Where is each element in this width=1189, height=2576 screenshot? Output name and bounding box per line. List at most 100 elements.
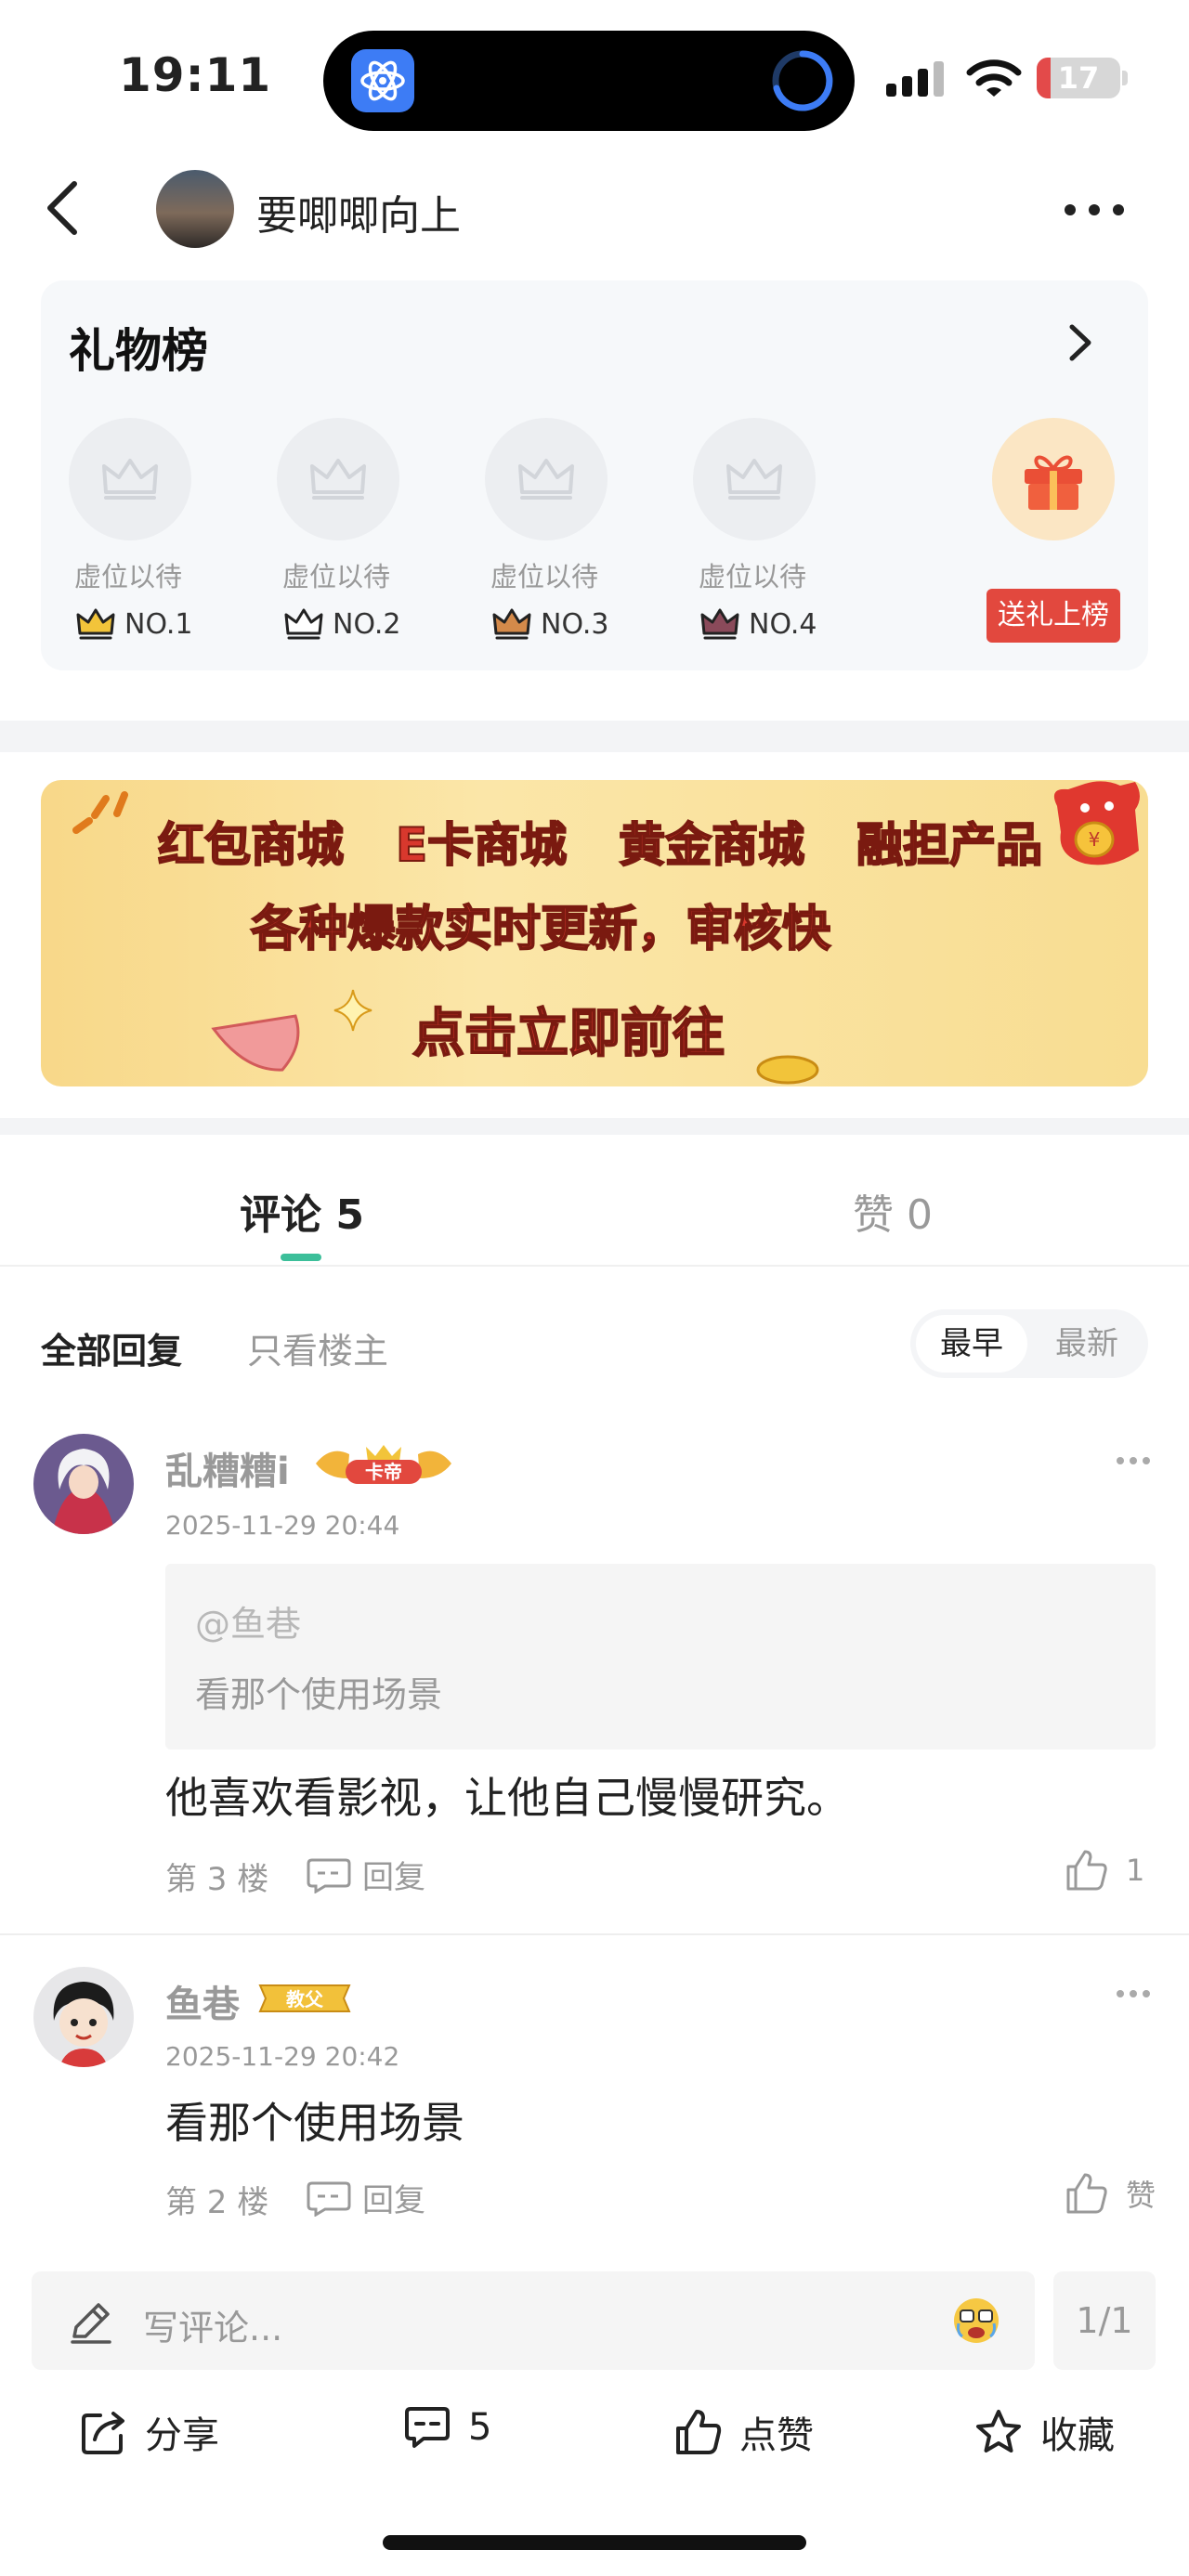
rank-text: NO.3	[541, 607, 609, 641]
rank-crown-icon	[700, 608, 739, 640]
status-time: 19:11	[119, 48, 272, 102]
promo-banner[interactable]: 红包商城 E卡商城 黄金商城 融担产品 各种爆款实时更新，审核快 点击立即前往 ¥	[41, 780, 1148, 1086]
gift-slot[interactable]: 虚位以待 NO.1	[69, 418, 193, 641]
comment-menu-button[interactable]	[1115, 1454, 1152, 1467]
atom-app-icon	[351, 49, 414, 112]
like-button[interactable]: 1	[1065, 1848, 1144, 1893]
share-button[interactable]: 分享	[80, 2405, 219, 2459]
sort-newest-button[interactable]: 最新	[1031, 1315, 1143, 1373]
gift-slot[interactable]: 虚位以待 NO.3	[485, 418, 609, 641]
sparkle-lines-icon	[72, 791, 128, 834]
author-avatar[interactable]	[156, 170, 234, 248]
ellipsis-icon	[1065, 204, 1124, 215]
rank-crown-icon	[492, 608, 531, 640]
comment-filter-bar: 全部回复 只看楼主 最早 最新	[0, 1309, 1189, 1384]
comment-tabs: 评论 5 赞 0	[0, 1135, 1189, 1267]
gift-board-card[interactable]: 礼物榜 虚位以待 NO.1 虚位以待 NO.2 虚位以待 NO.3 虚位以待 NO.4 送礼上…	[41, 280, 1148, 670]
active-tab-indicator	[281, 1254, 321, 1261]
banner-shop-item: 融担产品	[856, 817, 1043, 873]
filter-all-replies[interactable]: 全部回复	[41, 1322, 182, 1373]
comment-bubble-icon	[307, 1858, 351, 1893]
star-sparkle-icon	[333, 989, 372, 1032]
banner-shop-item: 黄金商城	[618, 817, 805, 873]
send-gift-button[interactable]: 送礼上榜	[986, 589, 1120, 643]
ellipsis-icon	[1117, 1457, 1150, 1464]
slot-label: 虚位以待	[74, 561, 183, 592]
badge-text: 卡帝	[365, 1461, 402, 1483]
battery-cap	[1122, 71, 1128, 85]
chevron-right-icon[interactable]	[1066, 321, 1094, 364]
quoted-text: 看那个使用场景	[195, 1674, 443, 1715]
more-button[interactable]	[1059, 184, 1130, 236]
rank-text: NO.4	[749, 607, 817, 641]
commenter-name[interactable]: 乱糟糟i	[165, 1441, 290, 1495]
reply-button[interactable]: 回复	[307, 1852, 425, 1897]
activity-ring-icon	[769, 47, 836, 114]
slot-rank: NO.4	[700, 607, 817, 641]
gift-box-icon[interactable]	[992, 418, 1115, 540]
quoted-user[interactable]: @鱼巷	[195, 1595, 301, 1646]
status-bar: 19:11 17	[0, 0, 1189, 149]
banner-cta[interactable]: 点击立即前往	[412, 992, 725, 1067]
rank-crown-icon	[76, 608, 115, 640]
like-button[interactable]: 赞	[1065, 2171, 1156, 2216]
battery-indicator: 17	[1037, 58, 1120, 98]
author-name[interactable]: 要唧唧向上	[256, 182, 461, 241]
like-post-button[interactable]: 点赞	[674, 2405, 814, 2459]
ellipsis-icon	[1117, 1990, 1150, 1997]
sort-earliest-button[interactable]: 最早	[916, 1315, 1027, 1373]
comment-input[interactable]: 写评论...	[32, 2271, 1035, 2370]
section-divider	[0, 1118, 1189, 1135]
tab-comments[interactable]: 评论 5	[240, 1181, 364, 1241]
tab-likes[interactable]: 赞 0	[853, 1181, 933, 1241]
rank-crown-icon	[284, 608, 323, 640]
gift-slot[interactable]: 虚位以待 NO.4	[693, 418, 817, 641]
back-button[interactable]	[39, 178, 91, 238]
rank-text: NO.1	[124, 607, 193, 641]
comment-bubble-icon	[307, 2181, 351, 2217]
comment-text: 看那个使用场景	[165, 2098, 464, 2148]
crown-placeholder-icon	[693, 418, 816, 540]
favorite-label: 收藏	[1040, 2414, 1115, 2457]
sort-toggle: 最早 最新	[910, 1309, 1148, 1378]
comment-menu-button[interactable]	[1115, 1987, 1152, 2000]
reply-label: 回复	[362, 2182, 425, 2219]
crown-placeholder-icon	[277, 418, 399, 540]
gift-slot[interactable]: 虚位以待 NO.2	[277, 418, 401, 641]
floor-number: 第 2 楼	[165, 2184, 269, 2221]
favorite-button[interactable]: 收藏	[973, 2405, 1115, 2459]
share-label: 分享	[145, 2414, 219, 2457]
comments-count-button[interactable]: 5	[403, 2405, 491, 2450]
gold-coin-icon	[756, 1055, 819, 1085]
level-badge: 教父	[256, 1976, 353, 2019]
banner-shop-list: 红包商城 E卡商城 黄金商城 融担产品	[157, 808, 1043, 875]
slot-rank: NO.2	[284, 607, 400, 641]
filter-owner-only[interactable]: 只看楼主	[247, 1322, 388, 1373]
signal-icon	[884, 61, 946, 98]
level-badge: 卡帝	[312, 1441, 455, 1488]
svg-text:¥: ¥	[1089, 828, 1101, 851]
bottom-action-bar: 分享 5 点赞 收藏	[0, 2385, 1189, 2478]
home-indicator	[383, 2535, 806, 2550]
banner-shop-item: E卡商城	[395, 817, 568, 873]
chevron-left-icon	[47, 181, 77, 235]
reply-button[interactable]: 回复	[307, 2175, 425, 2220]
page-indicator[interactable]: 1/1	[1053, 2271, 1156, 2370]
commenter-avatar[interactable]	[33, 1434, 134, 1534]
quoted-comment[interactable]: @鱼巷 看那个使用场景	[165, 1564, 1156, 1750]
badge-text: 教父	[286, 1988, 324, 2010]
comment-placeholder[interactable]: 写评论...	[143, 2299, 282, 2350]
banner-subtitle: 各种爆款实时更新，审核快	[250, 901, 831, 958]
emoji-icon[interactable]	[951, 2296, 1001, 2346]
comment-item: 乱糟糟i 卡帝 2025-11-29 20:44 @鱼巷 看那个使用场景 他喜欢…	[0, 1434, 1189, 1935]
rank-text: NO.2	[333, 607, 401, 641]
pencil-icon	[67, 2299, 113, 2346]
thumbs-up-icon	[1066, 2173, 1107, 2214]
like-label: 赞	[1126, 2178, 1156, 2213]
commenter-avatar[interactable]	[33, 1967, 134, 2067]
dynamic-island	[323, 31, 855, 131]
share-icon	[82, 2412, 124, 2454]
crown-placeholder-icon	[485, 418, 608, 540]
commenter-name[interactable]: 鱼巷	[165, 1974, 240, 2028]
section-divider	[0, 721, 1189, 752]
